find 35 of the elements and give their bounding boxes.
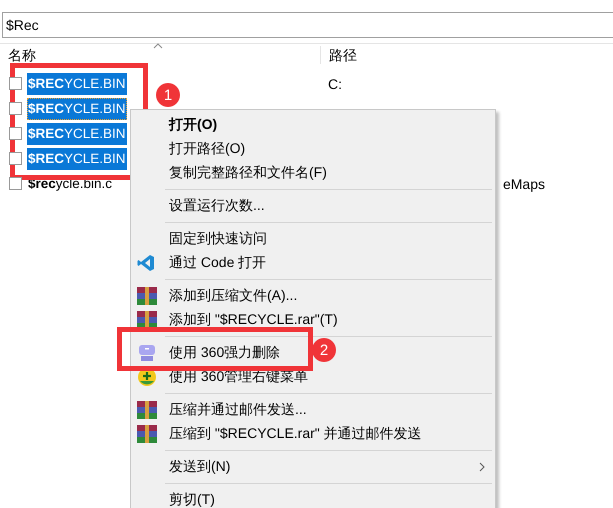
column-header[interactable]: 名称 bbox=[0, 46, 320, 64]
search-field[interactable]: $Rec bbox=[2, 12, 613, 38]
file-name[interactable]: $RECYCLE.BIN bbox=[27, 122, 127, 144]
file-path: eMaps bbox=[502, 176, 545, 192]
archive-icon bbox=[137, 287, 157, 305]
archive-icon bbox=[137, 311, 157, 329]
menu-item[interactable]: 压缩到 "$RECYCLE.rar" 并通过邮件发送 bbox=[131, 422, 426, 446]
file-name[interactable]: $RECYCLE.BIN bbox=[27, 72, 127, 94]
menu-item[interactable]: 固定到快速访问 bbox=[131, 227, 271, 251]
file-name[interactable]: $RECYCLE.BIN bbox=[27, 98, 127, 120]
step-badge: 1 bbox=[156, 83, 180, 107]
menu-item[interactable]: 打开路径(O) bbox=[131, 137, 250, 161]
checkbox[interactable] bbox=[9, 102, 22, 115]
menu-item[interactable]: 复制完整路径和文件名(F) bbox=[131, 161, 331, 185]
file-path: C: bbox=[328, 76, 342, 92]
archive-icon bbox=[137, 401, 157, 419]
menu-item[interactable]: 添加到 "$RECYCLE.rar"(T) bbox=[131, 308, 342, 332]
archive-icon bbox=[137, 425, 157, 443]
checkbox[interactable] bbox=[9, 152, 22, 165]
menu-item[interactable]: 打开(O) bbox=[131, 113, 222, 137]
file-name[interactable]: $RECYCLE.BIN bbox=[27, 148, 127, 170]
shredder-icon bbox=[137, 343, 157, 363]
menu-item[interactable]: 剪切(T) bbox=[131, 488, 219, 508]
menu-item[interactable]: 设置运行次数... bbox=[131, 194, 269, 218]
code-editor-icon bbox=[137, 254, 155, 272]
checkbox[interactable] bbox=[9, 177, 22, 190]
sort-caret-icon bbox=[153, 43, 163, 49]
menu-item[interactable]: 添加到压缩文件(A)... bbox=[131, 284, 302, 308]
checkbox[interactable] bbox=[9, 77, 22, 90]
menu-item[interactable]: 使用 360强力删除 bbox=[131, 341, 284, 365]
menu-item[interactable]: 压缩并通过邮件发送... bbox=[131, 398, 311, 422]
menu-item[interactable]: 发送到(N) bbox=[131, 455, 495, 479]
checkbox[interactable] bbox=[9, 127, 22, 140]
menu-item[interactable]: 通过 Code 打开 bbox=[131, 251, 270, 275]
column-header[interactable]: 路径 bbox=[320, 46, 357, 64]
